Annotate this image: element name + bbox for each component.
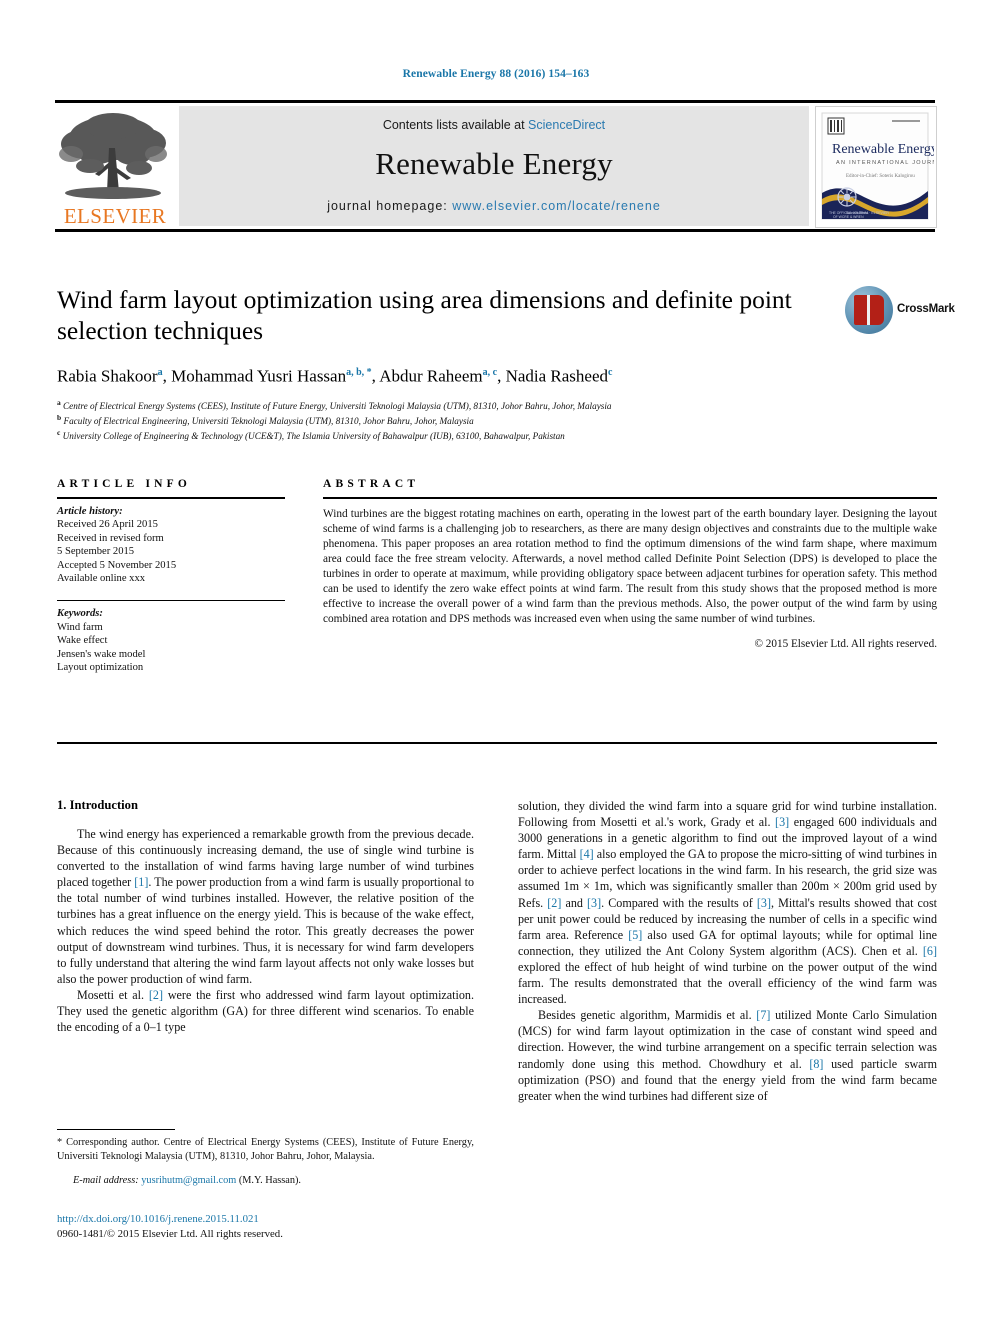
author-affiliation-mark[interactable]: a, c (483, 367, 497, 378)
citation-reference[interactable]: [8] (809, 1057, 823, 1071)
abstract-text: Wind turbines are the biggest rotating m… (323, 507, 937, 626)
author-name: Mohammad Yusri Hassan (171, 366, 347, 386)
svg-text:ScienceDirect · ELSEVIER: ScienceDirect · ELSEVIER (846, 211, 889, 215)
svg-text:OF WCRE & WREN: OF WCRE & WREN (833, 215, 864, 219)
citation-reference[interactable]: [7] (756, 1008, 770, 1022)
paragraph: The wind energy has experienced a remark… (57, 827, 474, 986)
issn-copyright-line: 0960-1481/© 2015 Elsevier Ltd. All right… (57, 1228, 283, 1240)
elsevier-tree-icon (59, 113, 167, 199)
affiliation-item: c University College of Engineering & Te… (57, 427, 817, 442)
affiliation-text: Centre of Electrical Energy Systems (CEE… (63, 400, 612, 411)
affiliation-mark: c (57, 428, 61, 438)
crossmark-circle-icon (845, 286, 893, 334)
journal-title: Renewable Energy (375, 146, 613, 181)
footnote-rule (57, 1129, 175, 1130)
svg-text:Renewable Energy: Renewable Energy (832, 142, 934, 157)
doi-link[interactable]: http://dx.doi.org/10.1016/j.renene.2015.… (57, 1212, 474, 1227)
history-item: Available online xxx (57, 573, 146, 585)
citation-reference[interactable]: [5] (628, 928, 642, 942)
crossmark-book-icon (854, 295, 884, 325)
corresponding-author-note: * Corresponding author. Centre of Electr… (57, 1137, 474, 1162)
citation-reference[interactable]: [6] (923, 944, 937, 958)
history-item: Accepted 5 November 2015 (57, 559, 177, 571)
affiliation-text: Faculty of Electrical Engineering, Unive… (63, 415, 474, 426)
history-item: Received in revised form (57, 532, 164, 544)
author-list: Rabia Shakoora, Mohammad Yusri Hassana, … (57, 366, 613, 386)
abstract-heading: ABSTRACT (323, 478, 420, 490)
contents-available-line: Contents lists available at ScienceDirec… (179, 118, 809, 132)
email-label: E-mail address: (73, 1175, 142, 1187)
svg-text:Editor-in-Chief: Soteris Kalog: Editor-in-Chief: Soteris Kalogirou (846, 174, 915, 179)
email-owner: (M.Y. Hassan). (236, 1175, 301, 1187)
citation-reference[interactable]: [3] (757, 896, 771, 910)
email-link[interactable]: yusrihutm@gmail.com (141, 1175, 236, 1186)
sciencedirect-link[interactable]: ScienceDirect (528, 118, 605, 132)
page-title: Wind farm layout optimization using area… (57, 285, 792, 345)
keywords-block: Keywords: Wind farm Wake effect Jensen's… (57, 601, 285, 675)
contents-prefix: Contents lists available at (382, 118, 529, 132)
author-name: Rabia Shakoor (57, 366, 158, 386)
citation-reference[interactable]: [1] (134, 875, 148, 889)
author-name: Abdur Raheem (379, 366, 483, 386)
article-info-column: ARTICLE INFO Article history: Received 2… (57, 478, 285, 675)
elsevier-logo: ELSEVIER (55, 108, 173, 228)
affiliation-list: a Centre of Electrical Energy Systems (C… (57, 397, 817, 443)
citation-reference[interactable]: [3] (587, 896, 601, 910)
history-item: Received 26 April 2015 (57, 519, 158, 531)
affiliation-item: b Faculty of Electrical Engineering, Uni… (57, 412, 817, 427)
journal-masthead: ELSEVIER Contents lists available at Sci… (55, 100, 937, 232)
author-affiliation-mark[interactable]: a, b, * (346, 367, 372, 378)
abstract-copyright: © 2015 Elsevier Ltd. All rights reserved… (754, 638, 938, 651)
keyword-item: Wake effect (57, 635, 108, 647)
article-info-heading: ARTICLE INFO (57, 478, 192, 490)
body-column-right: solution, they divided the wind farm int… (518, 798, 937, 1104)
elsevier-wordmark: ELSEVIER (63, 204, 167, 228)
article-page: Renewable Energy 88 (2016) 154–163 ELSEV… (0, 0, 992, 1323)
keyword-item: Wind farm (57, 621, 103, 633)
crossmark-label: CrossMark (897, 303, 955, 315)
citation-reference[interactable]: [4] (580, 847, 594, 861)
footer-doi-block: http://dx.doi.org/10.1016/j.renene.2015.… (57, 1212, 474, 1242)
journal-cover-thumbnail: Renewable Energy AN INTERNATIONAL JOURNA… (815, 106, 937, 228)
history-item: 5 September 2015 (57, 546, 135, 558)
keyword-item: Jensen's wake model (57, 648, 146, 660)
keyword-item: Layout optimization (57, 662, 144, 674)
paragraph: Besides genetic algorithm, Marmidis et a… (518, 1008, 938, 1103)
journal-homepage-line: journal homepage: www.elsevier.com/locat… (179, 199, 809, 213)
body-column-left: 1. Introduction The wind energy has expe… (57, 798, 474, 1035)
paragraph: solution, they divided the wind farm int… (518, 799, 938, 1007)
masthead-center-band: Contents lists available at ScienceDirec… (179, 106, 809, 226)
article-history: Article history: Received 26 April 2015 … (57, 499, 285, 587)
email-note: E-mail address: yusrihutm@gmail.com (M.Y… (57, 1174, 474, 1188)
author-affiliation-mark[interactable]: a (158, 367, 163, 378)
homepage-label: journal homepage: (327, 199, 453, 213)
author-affiliation-mark[interactable]: c (608, 367, 612, 378)
svg-text:AN INTERNATIONAL JOURNAL: AN INTERNATIONAL JOURNAL (836, 160, 934, 166)
citation-reference[interactable]: [3] (775, 815, 789, 829)
homepage-url-link[interactable]: www.elsevier.com/locate/renene (452, 199, 661, 213)
affiliation-mark: a (57, 397, 61, 407)
author-name: Nadia Rasheed (505, 366, 608, 386)
abstract-bottom-rule (57, 742, 937, 744)
article-history-label: Article history: (57, 505, 123, 517)
citation-reference[interactable]: [2] (547, 896, 561, 910)
affiliation-item: a Centre of Electrical Energy Systems (C… (57, 397, 817, 412)
footnote-block: * Corresponding author. Centre of Electr… (57, 1129, 474, 1188)
keywords-label: Keywords: (57, 608, 103, 620)
journal-cover-image: Renewable Energy AN INTERNATIONAL JOURNA… (816, 107, 936, 225)
affiliation-text: University College of Engineering & Tech… (62, 431, 565, 442)
section-heading-introduction: 1. Introduction (57, 798, 138, 812)
title-block: Wind farm layout optimization using area… (57, 284, 817, 442)
running-head: Renewable Energy 88 (2016) 154–163 (402, 68, 590, 80)
citation-reference[interactable]: [2] (149, 988, 163, 1002)
crossmark-badge[interactable]: CrossMark (845, 286, 955, 338)
masthead-top-rule (55, 100, 935, 103)
abstract-column: ABSTRACT Wind turbines are the biggest r… (323, 478, 937, 650)
affiliation-mark: b (57, 412, 62, 422)
paragraph: Mosetti et al. [2] were the first who ad… (57, 987, 474, 1035)
masthead-bottom-rule (55, 229, 935, 232)
